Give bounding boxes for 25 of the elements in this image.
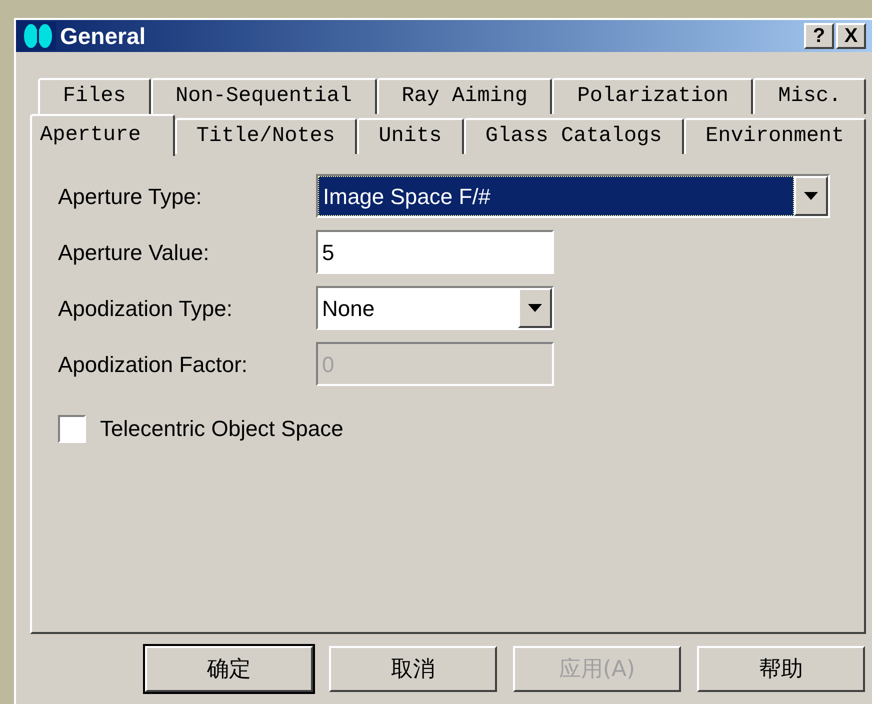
tab[interactable]: Misc. xyxy=(753,78,866,114)
input-field[interactable]: 5 xyxy=(316,230,554,274)
field-label: Aperture Type: xyxy=(58,182,203,211)
field-label: Apodization Factor: xyxy=(58,350,249,379)
dialog-button[interactable]: 确定 xyxy=(145,646,313,692)
tab[interactable]: Non-Sequential xyxy=(150,78,377,114)
tab[interactable]: Environment xyxy=(684,118,866,154)
tab[interactable]: Aperture xyxy=(30,114,175,156)
dialog-button[interactable]: 取消 xyxy=(329,646,497,692)
field-label: Apodization Type: xyxy=(58,294,234,323)
field-label: Aperture Value: xyxy=(58,238,210,267)
tab[interactable]: Title/Notes xyxy=(174,118,357,154)
tab[interactable]: Glass Catalogs xyxy=(464,118,684,154)
dropdown[interactable]: None xyxy=(316,286,554,330)
tab[interactable]: Ray Aiming xyxy=(376,78,552,114)
tab[interactable]: Units xyxy=(356,118,464,154)
help-button[interactable]: ? xyxy=(804,23,834,49)
tab[interactable]: Files xyxy=(38,78,151,114)
window-title: General xyxy=(60,22,147,51)
dialog-button[interactable]: 帮助 xyxy=(697,646,865,692)
tab[interactable]: Polarization xyxy=(552,78,754,114)
checkbox-label: Telecentric Object Space xyxy=(100,415,344,443)
checkbox[interactable] xyxy=(58,414,86,442)
close-button[interactable]: X xyxy=(836,23,866,49)
dropdown[interactable]: Image Space F/# xyxy=(316,174,830,218)
